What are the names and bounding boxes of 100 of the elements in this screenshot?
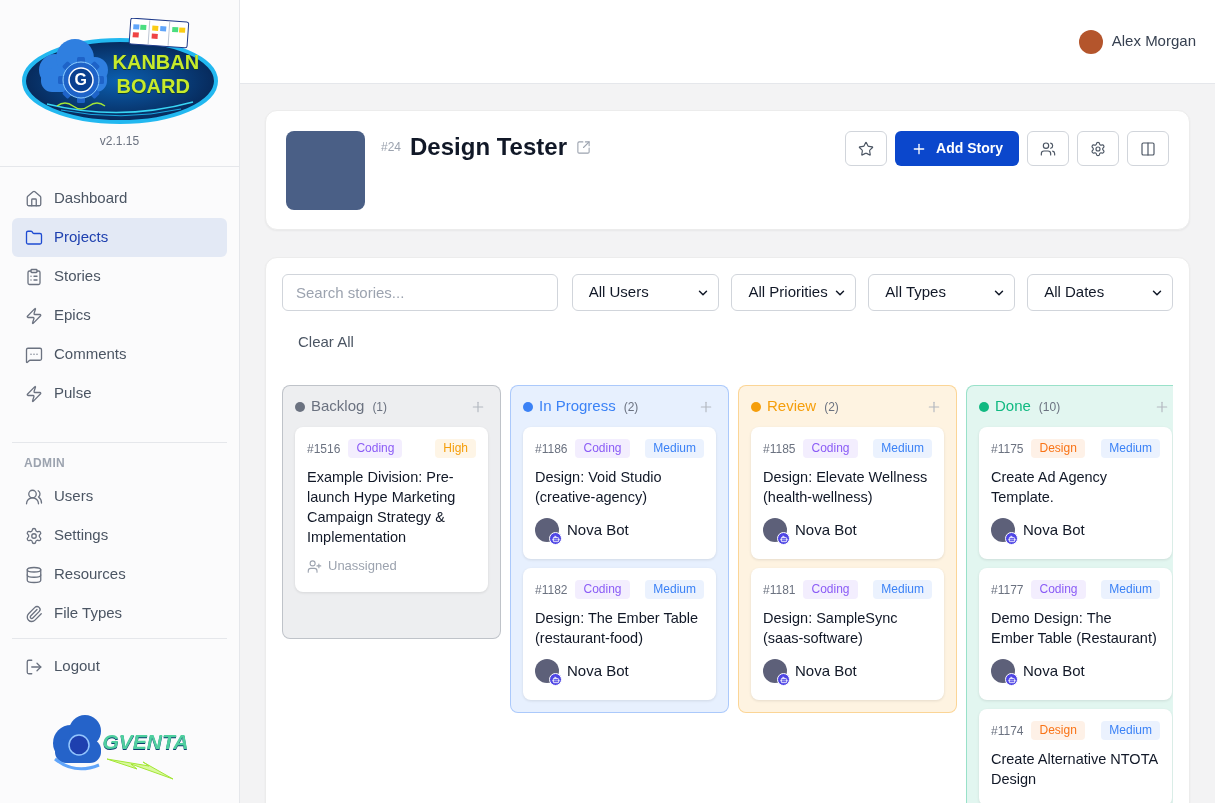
column-title: Review bbox=[767, 396, 817, 417]
nav-item[interactable]: Dashboard bbox=[12, 179, 227, 218]
avatar bbox=[763, 659, 787, 683]
story-title: Design: SampleSync (saas-software) bbox=[763, 609, 899, 648]
avatar bbox=[763, 518, 787, 542]
users-icon bbox=[25, 487, 43, 506]
logout-icon bbox=[25, 657, 43, 676]
priority-tag: Medium bbox=[1101, 580, 1160, 599]
priority-tag: Medium bbox=[873, 580, 932, 599]
bot-badge-icon bbox=[549, 673, 562, 686]
search-field[interactable]: Search stories... bbox=[282, 274, 558, 311]
nav-item[interactable]: Users bbox=[12, 477, 227, 516]
clear-all-button[interactable]: Clear All bbox=[282, 327, 370, 357]
story-title: Design: The Ember Table (restaurant-food) bbox=[535, 609, 700, 648]
story-title: Design: Elevate Wellness (health-wellness) bbox=[763, 468, 929, 507]
user-name[interactable]: Alex Morgan bbox=[1111, 30, 1196, 53]
type-tag: Design bbox=[1031, 439, 1085, 458]
logo-title: KANBAN bbox=[112, 51, 200, 73]
story-title: Example Division: Pre-launch Hype Marketing Campaign Strategy & Implementation bbox=[307, 468, 457, 547]
nav-item[interactable]: Projects bbox=[12, 218, 227, 257]
story-title: Demo Design: The Ember Table (Restaurant) bbox=[991, 609, 1158, 648]
column-count: (2) bbox=[824, 398, 839, 416]
story-card[interactable]: #1181 Coding Medium Design: SampleSync (saas-software) Nova Bot bbox=[751, 568, 944, 700]
logo-subtitle: BOARD bbox=[116, 75, 190, 97]
avatar[interactable] bbox=[1078, 29, 1103, 54]
story-title: Design: Void Studio (creative-agency) bbox=[535, 468, 663, 507]
story-title: Create Alternative NTOTA Design bbox=[991, 750, 1159, 789]
story-id: #1182 bbox=[535, 581, 568, 599]
star-icon bbox=[858, 140, 875, 157]
favorite-button[interactable] bbox=[845, 131, 888, 166]
assignee-name: Nova Bot bbox=[795, 661, 857, 681]
type-tag: Coding bbox=[575, 580, 630, 599]
story-card[interactable]: #1186 Coding Medium Design: Void Studio (creative-agency) Nova Bot bbox=[523, 427, 716, 559]
lightning-icon bbox=[25, 306, 43, 325]
unassigned-label: Unassigned bbox=[328, 557, 397, 576]
bot-badge-icon bbox=[1005, 532, 1018, 545]
type-tag: Coding bbox=[1031, 580, 1086, 599]
lightning-icon bbox=[25, 384, 43, 403]
assignee-name: Nova Bot bbox=[795, 520, 857, 540]
nav-item[interactable]: Resources bbox=[12, 555, 227, 594]
bot-badge-icon bbox=[549, 532, 562, 545]
filter-dropdown[interactable]: All Priorities bbox=[731, 274, 857, 311]
version-label: v2.1.15 bbox=[99, 133, 140, 149]
avatar bbox=[991, 518, 1015, 542]
assignee-name: Nova Bot bbox=[1023, 520, 1085, 540]
nav-item[interactable]: Stories bbox=[12, 257, 227, 296]
column-count: (1) bbox=[372, 398, 388, 416]
logo-letter: G bbox=[74, 70, 87, 90]
columns-icon bbox=[1140, 140, 1156, 157]
bot-badge-icon bbox=[777, 673, 790, 686]
nav-item[interactable]: Comments bbox=[12, 335, 227, 374]
add-user-icon bbox=[307, 558, 322, 574]
story-card[interactable]: #1174 Design Medium Create Alternative NTOTA Design bbox=[979, 709, 1172, 803]
story-title: Create Ad Agency Template. bbox=[991, 468, 1109, 507]
nav-item[interactable]: Logout bbox=[12, 647, 227, 686]
nav-item[interactable]: Pulse bbox=[12, 374, 227, 413]
type-tag: Coding bbox=[803, 439, 858, 458]
assignee-name: Nova Bot bbox=[1023, 661, 1085, 681]
filter-dropdown[interactable]: All Dates bbox=[1027, 274, 1173, 311]
filter-dropdown[interactable]: All Users bbox=[571, 274, 720, 311]
story-card[interactable]: #1185 Coding Medium Design: Elevate Wellness (health-wellness) Nova Bot bbox=[751, 427, 944, 559]
type-tag: Coding bbox=[803, 580, 858, 599]
bot-badge-icon bbox=[777, 532, 790, 545]
column-title: In Progress bbox=[539, 396, 616, 417]
story-card[interactable]: #1516 Coding High Example Division: Pre-launch Hype Marketing Campaign Strategy & Implementation Unassigned bbox=[295, 427, 488, 592]
avatar bbox=[991, 659, 1015, 683]
project-title: Design Tester bbox=[410, 132, 567, 162]
members-button[interactable] bbox=[1027, 131, 1069, 166]
database-icon bbox=[25, 565, 43, 584]
settings-icon bbox=[25, 526, 43, 545]
story-id: #1177 bbox=[991, 581, 1024, 599]
add-story-button[interactable]: Add Story bbox=[895, 131, 1019, 166]
priority-tag: High bbox=[435, 439, 476, 458]
project-number: #24 bbox=[381, 139, 402, 156]
avatar bbox=[535, 659, 559, 683]
external-link-icon[interactable] bbox=[575, 139, 591, 155]
type-tag: Design bbox=[1031, 721, 1085, 740]
type-tag: Coding bbox=[575, 439, 630, 458]
priority-tag: Medium bbox=[645, 439, 704, 458]
priority-tag: Medium bbox=[1101, 721, 1160, 740]
type-tag: Coding bbox=[348, 439, 403, 458]
story-id: #1186 bbox=[535, 440, 568, 458]
story-card[interactable]: #1175 Design Medium Create Ad Agency Template. Nova Bot bbox=[979, 427, 1172, 559]
nav-item[interactable]: Settings bbox=[12, 516, 227, 555]
story-card[interactable]: #1182 Coding Medium Design: The Ember Table (restaurant-food) Nova Bot bbox=[523, 568, 716, 700]
bot-badge-icon bbox=[1005, 673, 1018, 686]
story-card[interactable]: #1177 Coding Medium Demo Design: The Ember Table (Restaurant) Nova Bot bbox=[979, 568, 1172, 700]
story-id: #1185 bbox=[763, 440, 796, 458]
story-id: #1516 bbox=[307, 440, 341, 458]
nav-item[interactable]: Epics bbox=[12, 296, 227, 335]
settings-button[interactable] bbox=[1077, 131, 1119, 166]
paperclip-icon bbox=[25, 604, 43, 623]
filter-dropdown[interactable]: All Types bbox=[868, 274, 1016, 311]
folder-icon bbox=[25, 228, 43, 247]
priority-tag: Medium bbox=[645, 580, 704, 599]
layout-toggle-button[interactable] bbox=[1127, 131, 1169, 166]
settings-icon bbox=[1090, 140, 1106, 157]
nav-item[interactable]: File Types bbox=[12, 594, 227, 633]
column-count: (2) bbox=[623, 398, 639, 416]
chat-bubble-icon bbox=[25, 345, 43, 364]
